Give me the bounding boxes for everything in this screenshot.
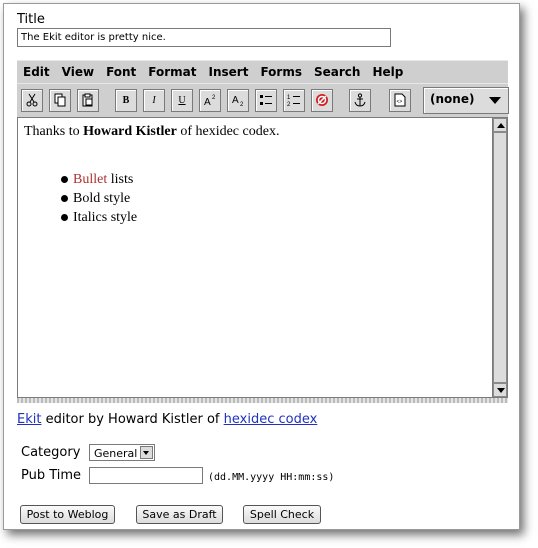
svg-text:2: 2: [212, 95, 216, 101]
svg-text:2: 2: [287, 102, 291, 107]
svg-text:1: 1: [287, 95, 291, 101]
post-to-weblog-button[interactable]: Post to Weblog: [20, 505, 115, 524]
menu-format[interactable]: Format: [142, 61, 202, 83]
svg-text:A: A: [232, 95, 239, 106]
menu-forms[interactable]: Forms: [254, 61, 308, 83]
list-item-red-text: Bullet: [73, 172, 108, 187]
bold-icon[interactable]: B: [115, 89, 137, 112]
unordered-list-icon[interactable]: [255, 89, 277, 112]
intro-author: Howard Kistler: [83, 124, 177, 139]
style-combo-value: (none): [430, 92, 475, 106]
editor-scrollbar[interactable]: [492, 117, 508, 398]
italic-icon[interactable]: I: [143, 89, 165, 112]
category-select[interactable]: General: [89, 444, 155, 461]
list-item: Italics style: [60, 208, 137, 227]
list-item: Bullet lists: [60, 170, 137, 189]
subscript-icon[interactable]: A2: [227, 89, 249, 112]
intro-text: Thanks to: [24, 124, 84, 139]
spell-check-button[interactable]: Spell Check: [243, 505, 321, 524]
list-item-text: lists: [107, 172, 134, 187]
cut-icon[interactable]: [21, 89, 43, 112]
svg-text:<>: <>: [397, 99, 403, 105]
menu-edit[interactable]: Edit: [17, 61, 56, 83]
chevron-down-icon: [140, 446, 153, 459]
form-panel: Title The Ekit editor is pretty nice. Ed…: [3, 3, 520, 530]
list-item-text: Bold style: [73, 191, 131, 206]
editor-intro: Thanks to Howard Kistler of hexidec code…: [24, 124, 279, 140]
menu-help[interactable]: Help: [366, 61, 409, 83]
list-item: Bold style: [60, 189, 137, 208]
chevron-down-icon: [489, 97, 501, 104]
category-label: Category: [21, 445, 81, 460]
pubtime-format-hint: (dd.MM.yyyy HH:mm:ss): [208, 472, 335, 483]
svg-text:A: A: [204, 97, 211, 107]
style-combo[interactable]: (none): [423, 87, 509, 114]
menu-insert[interactable]: Insert: [203, 61, 255, 83]
title-label: Title: [17, 12, 45, 27]
paste-icon[interactable]: [77, 89, 99, 112]
source-view-icon[interactable]: <>: [389, 89, 411, 112]
svg-text:2: 2: [240, 102, 244, 107]
menu-search[interactable]: Search: [308, 61, 366, 83]
underline-icon[interactable]: U: [171, 89, 193, 112]
credit-line: Ekit editor by Howard Kistler of hexidec…: [17, 412, 317, 427]
pubtime-input[interactable]: [89, 467, 203, 484]
superscript-icon[interactable]: A2: [199, 89, 221, 112]
menu-bar: Edit View Font Format Insert Forms Search Help: [17, 60, 508, 83]
toolbar: B I U A2 A2 12 <> (none): [17, 83, 509, 118]
scroll-down-icon[interactable]: [493, 383, 507, 397]
list-item-text: Italics style: [73, 210, 138, 225]
copy-icon[interactable]: [49, 89, 71, 112]
hexidec-link[interactable]: hexidec codex: [224, 412, 318, 427]
scroll-thumb[interactable]: [493, 132, 507, 383]
intro-text-end: of hexidec codex.: [176, 124, 280, 139]
menu-view[interactable]: View: [56, 61, 100, 83]
category-value: General: [94, 447, 138, 460]
bullet-list: Bullet lists Bold style Italics style: [60, 170, 137, 227]
resize-grip[interactable]: [17, 398, 508, 403]
title-input[interactable]: The Ekit editor is pretty nice.: [17, 28, 391, 47]
pubtime-label: Pub Time: [21, 468, 82, 483]
credit-text: editor by Howard Kistler of: [41, 412, 224, 427]
menu-font[interactable]: Font: [100, 61, 142, 83]
scroll-up-icon[interactable]: [493, 118, 507, 132]
ekit-link[interactable]: Ekit: [17, 412, 41, 427]
ordered-list-icon[interactable]: 12: [283, 89, 305, 112]
anchor-icon[interactable]: [349, 89, 371, 112]
save-as-draft-button[interactable]: Save as Draft: [136, 505, 223, 524]
editor-area[interactable]: Thanks to Howard Kistler of hexidec code…: [17, 117, 494, 398]
clear-format-icon[interactable]: [311, 89, 333, 112]
